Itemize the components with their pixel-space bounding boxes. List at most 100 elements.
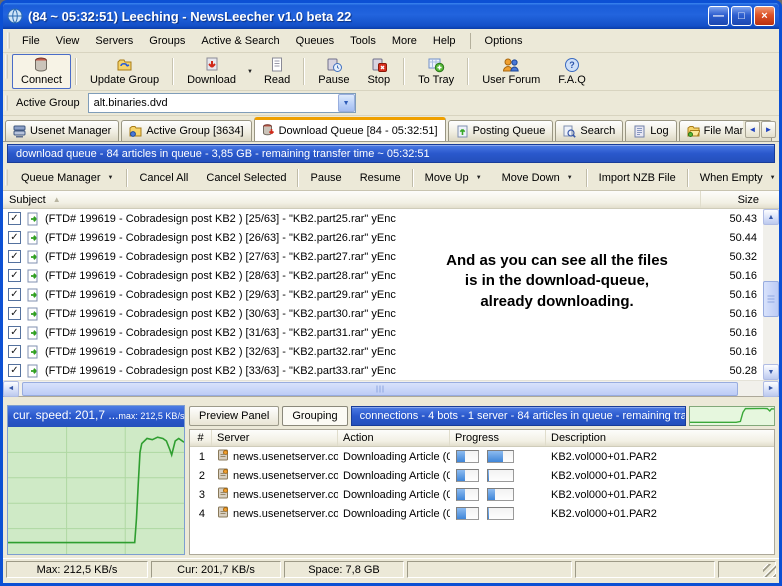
row-checkbox[interactable]: ✓ [8,364,21,377]
queue-row[interactable]: ✓(FTD# 199619 - Cobradesign post KB2 ) [… [3,361,763,380]
move-up-label: Move Up [425,172,469,184]
download-label: Download [187,74,236,86]
menu-servers[interactable]: Servers [87,32,141,50]
queue-row[interactable]: ✓(FTD# 199619 - Cobradesign post KB2 ) [… [3,342,763,361]
tab-active-group[interactable]: Active Group [3634] [121,120,251,141]
vertical-scrollbar[interactable]: ▲ ▼ [763,209,779,380]
menu-options[interactable]: Options [477,32,531,50]
cancel-selected-button[interactable]: Cancel Selected [197,168,295,188]
connections-table: # Server Action Progress Description 1 n… [189,429,775,555]
scroll-down-button[interactable]: ▼ [763,364,779,380]
resize-grip[interactable] [763,564,776,577]
menu-tools[interactable]: Tools [342,32,384,50]
panel-splitter[interactable] [3,397,779,405]
move-down-button[interactable]: Move Down ▼ [493,168,584,188]
cancel-all-label: Cancel All [139,172,188,184]
connection-row[interactable]: 4 news.usenetserver.com Downloading Arti… [190,504,774,523]
download-dropdown-icon[interactable]: ▼ [247,69,253,75]
description-column-header[interactable]: Description [546,430,774,446]
toolbar-separator [126,169,128,187]
progress-bar-file [487,450,514,463]
horizontal-scrollbar[interactable]: ◄ ► [3,380,779,396]
resume-queue-button[interactable]: Resume [351,168,410,188]
connection-row[interactable]: 2 news.usenetserver.com Downloading Arti… [190,466,774,485]
combo-dropdown-button[interactable]: ▼ [338,94,355,112]
connection-row[interactable]: 1 news.usenetserver.com Downloading Arti… [190,447,774,466]
when-empty-button[interactable]: When Empty ▼ [691,168,782,188]
menu-groups[interactable]: Groups [141,32,193,50]
action-column-header[interactable]: Action [338,430,450,446]
row-checkbox[interactable]: ✓ [8,307,21,320]
scroll-left-button[interactable]: ◄ [3,381,19,397]
row-checkbox[interactable]: ✓ [8,231,21,244]
active-group-combobox[interactable]: alt.binaries.dvd ▼ [88,93,356,113]
move-down-label: Move Down [502,172,560,184]
horizontal-scroll-thumb[interactable] [22,382,738,396]
read-button[interactable]: Read [255,54,299,89]
connect-button[interactable]: Connect [12,54,71,89]
import-nzb-button[interactable]: Import NZB File [590,168,685,188]
toolbar-separator [467,58,469,85]
menu-queues[interactable]: Queues [288,32,343,50]
queue-row[interactable]: ✓(FTD# 199619 - Cobradesign post KB2 ) [… [3,228,763,247]
grouping-button[interactable]: Grouping [282,406,347,426]
queue-row[interactable]: ✓(FTD# 199619 - Cobradesign post KB2 ) [… [3,323,763,342]
close-button[interactable]: × [754,6,775,26]
menu-active-search[interactable]: Active & Search [193,32,287,50]
pause-queue-button[interactable]: Pause [301,168,350,188]
size-column-header[interactable]: Size [701,191,779,208]
progress-bar-article [456,507,479,520]
toolbar-grip[interactable] [7,32,10,48]
menu-more[interactable]: More [384,32,425,50]
move-up-button[interactable]: Move Up ▼ [416,168,493,188]
speed-line [8,437,184,542]
description-header-label: Description [551,432,606,444]
connection-row[interactable]: 3 news.usenetserver.com Downloading Arti… [190,485,774,504]
tab-log[interactable]: Log [625,120,676,141]
row-checkbox[interactable]: ✓ [8,345,21,358]
row-checkbox[interactable]: ✓ [8,288,21,301]
progress-column-header[interactable]: Progress [450,430,546,446]
tab-usenet-manager[interactable]: Usenet Manager [5,120,119,141]
queue-row[interactable]: ✓(FTD# 199619 - Cobradesign post KB2 ) [… [3,209,763,228]
faq-button[interactable]: ? F.A.Q [549,54,595,89]
tab-scroll-right-button[interactable]: ► [761,121,776,138]
download-button[interactable]: Download [178,54,245,89]
row-checkbox[interactable]: ✓ [8,250,21,263]
row-checkbox[interactable]: ✓ [8,326,21,339]
menu-file[interactable]: File [14,32,48,50]
cancel-all-button[interactable]: Cancel All [130,168,197,188]
tab-scroll-left-button[interactable]: ◄ [745,121,760,138]
to-tray-button[interactable]: To Tray [409,54,463,89]
row-checkbox[interactable]: ✓ [8,212,21,225]
update-group-button[interactable]: Update Group [81,54,168,89]
grouping-label: Grouping [292,410,337,422]
toolbar-grip[interactable] [5,95,8,112]
server-column-header[interactable]: Server [212,430,338,446]
title-bar[interactable]: (84 ~ 05:32:51) Leeching - NewsLeecher v… [3,3,779,29]
toolbar-grip[interactable] [5,169,8,187]
toolbar-grip[interactable] [5,54,8,79]
queue-manager-button[interactable]: Queue Manager ▼ [12,168,124,188]
menu-view[interactable]: View [48,32,88,50]
minimize-button[interactable]: — [708,6,729,26]
menu-help[interactable]: Help [425,32,464,50]
stop-button[interactable]: Stop [358,54,399,89]
tab-download-queue[interactable]: Download Queue [84 - 05:32:51] [254,117,446,141]
tab-posting-queue[interactable]: Posting Queue [448,120,554,141]
vertical-scroll-thumb[interactable] [763,281,779,317]
row-checkbox[interactable]: ✓ [8,269,21,282]
scroll-up-button[interactable]: ▲ [763,209,779,225]
pause-button[interactable]: Pause [309,54,358,89]
chevron-down-icon: ▼ [770,175,776,181]
tab-search[interactable]: Search [555,120,623,141]
preview-panel-button[interactable]: Preview Panel [189,406,279,426]
subject-column-header[interactable]: Subject ▲ [3,191,701,208]
tab-label: Download Queue [84 - 05:32:51] [279,125,438,137]
tab-label: Active Group [3634] [146,125,243,137]
maximize-button[interactable]: □ [731,6,752,26]
user-forum-button[interactable]: User Forum [473,54,549,89]
scroll-right-button[interactable]: ► [763,381,779,397]
num-column-header[interactable]: # [190,430,212,446]
user-forum-icon [502,57,520,73]
